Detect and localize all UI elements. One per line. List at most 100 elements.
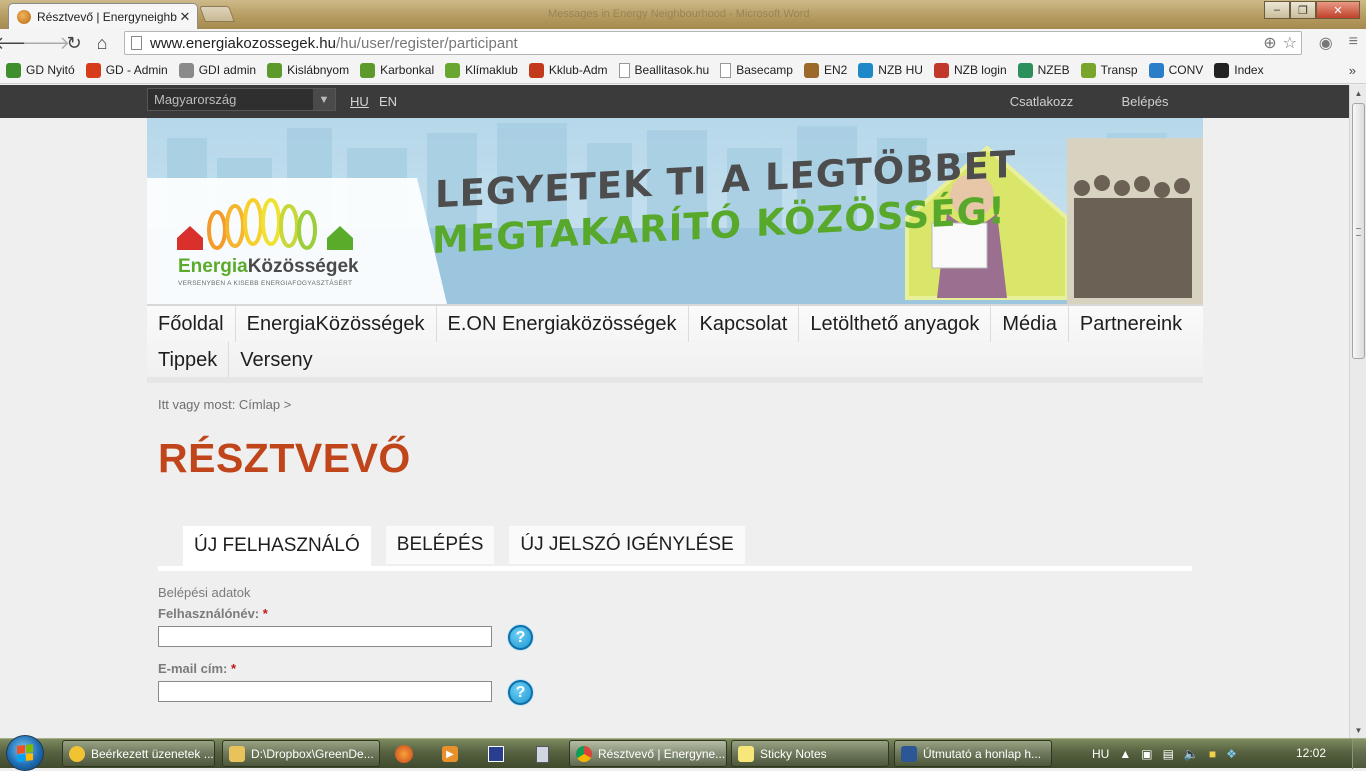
bookmark-item[interactable]: Klímaklub	[445, 62, 518, 78]
username-input[interactable]	[158, 626, 492, 647]
language-link-hu[interactable]: HU	[350, 94, 369, 109]
network-icon[interactable]: ▤	[1163, 747, 1174, 761]
nav-item[interactable]: E.ON Energiaközösségek	[437, 306, 689, 342]
browser-tab-active[interactable]: Résztvevő | Energyneighbo ✕	[8, 3, 198, 29]
bookmark-item[interactable]: Index	[1214, 62, 1264, 78]
nav-item[interactable]: Kapcsolat	[689, 306, 800, 342]
nav-item[interactable]: Tippek	[147, 342, 230, 378]
site-logo[interactable]: EnergiaKözösségek	[178, 256, 359, 278]
bookmarks-overflow-icon[interactable]: »	[1349, 63, 1356, 78]
bookmark-label: Kklub-Adm	[548, 63, 608, 77]
maximize-button[interactable]: ❐	[1290, 1, 1316, 19]
email-label-text: E-mail cím:	[158, 661, 228, 676]
logo-tagline: VERSENYBEN A KISEBB ENERGIAFOGYASZTÁSÉRT	[178, 280, 353, 287]
taskbar-item-label: Sticky Notes	[760, 746, 827, 761]
omnibox-actions: ⊕ ☆	[1263, 33, 1297, 53]
tab-new-user[interactable]: ÚJ FELHASZNÁLÓ	[183, 526, 371, 566]
email-input[interactable]	[158, 681, 492, 702]
home-icon[interactable]: ⌂	[88, 31, 116, 55]
forward-arrow-icon[interactable]: 🡒	[22, 31, 70, 55]
nav-item[interactable]: Letölthető anyagok	[799, 306, 992, 342]
nav-item[interactable]: Partnereink	[1069, 306, 1193, 342]
country-select[interactable]: Magyarország ▼	[147, 88, 336, 111]
close-tab-icon[interactable]: ✕	[177, 9, 193, 25]
sticky-notes-icon	[738, 745, 754, 762]
clock[interactable]: 12:02	[1296, 746, 1326, 760]
show-desktop-button[interactable]	[1352, 739, 1366, 769]
nav-item[interactable]: Verseny	[229, 342, 323, 378]
account-tabs: ÚJ FELHASZNÁLÓ BELÉPÉS ÚJ JELSZÓ IGÉNYLÉ…	[183, 526, 745, 566]
bookmark-item[interactable]: Karbonkal	[360, 62, 434, 78]
nav-item[interactable]: EnergiaKözösségek	[236, 306, 437, 342]
tray-expand-arrow-icon[interactable]: ▲	[1119, 747, 1131, 761]
tab-new-password[interactable]: ÚJ JELSZÓ IGÉNYLÉSE	[509, 526, 745, 564]
taskbar-item-chrome[interactable]: Résztvevő | Energyne...	[569, 740, 727, 767]
bookmark-item[interactable]: Kklub-Adm	[528, 62, 608, 78]
save-disk-icon[interactable]	[482, 743, 510, 765]
username-label: Felhasználónév: *	[158, 606, 268, 621]
bookmark-item[interactable]: Beallitasok.hu	[618, 62, 709, 78]
background-window-title: Messages in Energy Neighbourhood - Micro…	[548, 8, 810, 20]
extension-icon[interactable]: ◉	[1319, 33, 1333, 53]
start-button[interactable]	[6, 735, 44, 771]
media-player-icon[interactable]: ▶	[436, 743, 464, 765]
browser-toolbar: 🡐 🡒 ↻ ⌂ www.energiakozossegek.hu/hu/user…	[0, 29, 1366, 57]
address-bar[interactable]: www.energiakozossegek.hu/hu/user/registe…	[124, 31, 1302, 55]
help-icon-username[interactable]: ?	[508, 625, 533, 650]
required-marker: *	[262, 606, 268, 621]
breadcrumb: Itt vagy most: Címlap >	[158, 397, 292, 412]
page-viewport: Magyarország ▼ HU EN Csatlakozz Belépés	[0, 85, 1349, 738]
taskbar-item-mail[interactable]: Beérkezett üzenetek ...	[62, 740, 215, 767]
bookmark-item[interactable]: Transp	[1080, 62, 1138, 78]
dropbox-icon[interactable]: ❖	[1226, 747, 1237, 761]
system-tray: HU ▲ ▣ ▤ 🔈 ■ ❖	[1092, 739, 1247, 769]
calculator-icon[interactable]	[528, 743, 556, 765]
input-language-indicator[interactable]: HU	[1092, 747, 1109, 761]
bookmark-item[interactable]: EN2	[803, 62, 847, 78]
zoom-icon[interactable]: ⊕	[1263, 33, 1276, 53]
tab-login[interactable]: BELÉPÉS	[385, 526, 495, 564]
bookmark-item[interactable]: NZB login	[933, 62, 1007, 78]
reload-icon[interactable]: ↻	[60, 31, 88, 55]
bookmark-item[interactable]: GD Nyitó	[6, 62, 75, 78]
scrollbar-thumb[interactable]	[1352, 103, 1365, 359]
bookmark-star-icon[interactable]: ☆	[1283, 33, 1297, 53]
taskbar-item-label: D:\Dropbox\GreenDe...	[251, 746, 374, 761]
menu-wrench-icon[interactable]: ≡	[1349, 33, 1358, 53]
bookmark-item[interactable]: CONV	[1148, 62, 1203, 78]
fieldset-legend: Belépési adatok	[158, 585, 251, 600]
language-link-en[interactable]: EN	[379, 94, 397, 109]
scroll-up-arrow-icon[interactable]: ▲	[1350, 85, 1366, 101]
nav-item[interactable]: Főoldal	[147, 306, 236, 342]
nav-divider	[147, 377, 1203, 383]
bookmark-label: NZB HU	[878, 63, 923, 77]
bookmark-item[interactable]: NZEB	[1017, 62, 1070, 78]
bookmark-item[interactable]: NZB HU	[858, 62, 923, 78]
chevron-down-icon[interactable]: ▼	[313, 89, 335, 110]
bookmark-item[interactable]: GD - Admin	[85, 62, 168, 78]
mail-app-icon	[69, 745, 85, 762]
new-tab-button[interactable]	[199, 6, 235, 22]
vertical-scrollbar[interactable]: ▲ ▼	[1349, 85, 1366, 738]
bookmark-favicon-icon	[1148, 62, 1164, 78]
bookmark-item[interactable]: Kislábnyom	[267, 62, 349, 78]
close-window-button[interactable]: ✕	[1316, 1, 1360, 19]
bookmark-favicon-icon	[1214, 62, 1230, 78]
taskbar-item-explorer[interactable]: D:\Dropbox\GreenDe...	[222, 740, 380, 767]
site-topbar: Magyarország ▼ HU EN Csatlakozz Belépés	[0, 85, 1349, 124]
bookmark-favicon-icon	[360, 62, 376, 78]
tray-note-icon[interactable]: ■	[1209, 747, 1216, 761]
bookmark-item[interactable]: GDI admin	[178, 62, 256, 78]
volume-icon[interactable]: 🔈	[1184, 747, 1199, 761]
folder-icon	[229, 745, 245, 762]
taskbar-item-word[interactable]: Útmutató a honlap h...	[894, 740, 1052, 767]
nav-row-1: Főoldal EnergiaKözösségek E.ON Energiaközö…	[147, 306, 1203, 342]
help-icon-email[interactable]: ?	[508, 680, 533, 705]
taskbar-item-sticky-notes[interactable]: Sticky Notes	[731, 740, 889, 767]
minimize-button[interactable]: –	[1264, 1, 1290, 19]
nav-item[interactable]: Média	[991, 306, 1069, 342]
tray-device-icon[interactable]: ▣	[1141, 747, 1152, 761]
firefox-icon[interactable]	[390, 743, 418, 765]
scroll-down-arrow-icon[interactable]: ▼	[1350, 722, 1366, 738]
bookmark-item[interactable]: Basecamp	[720, 62, 793, 78]
